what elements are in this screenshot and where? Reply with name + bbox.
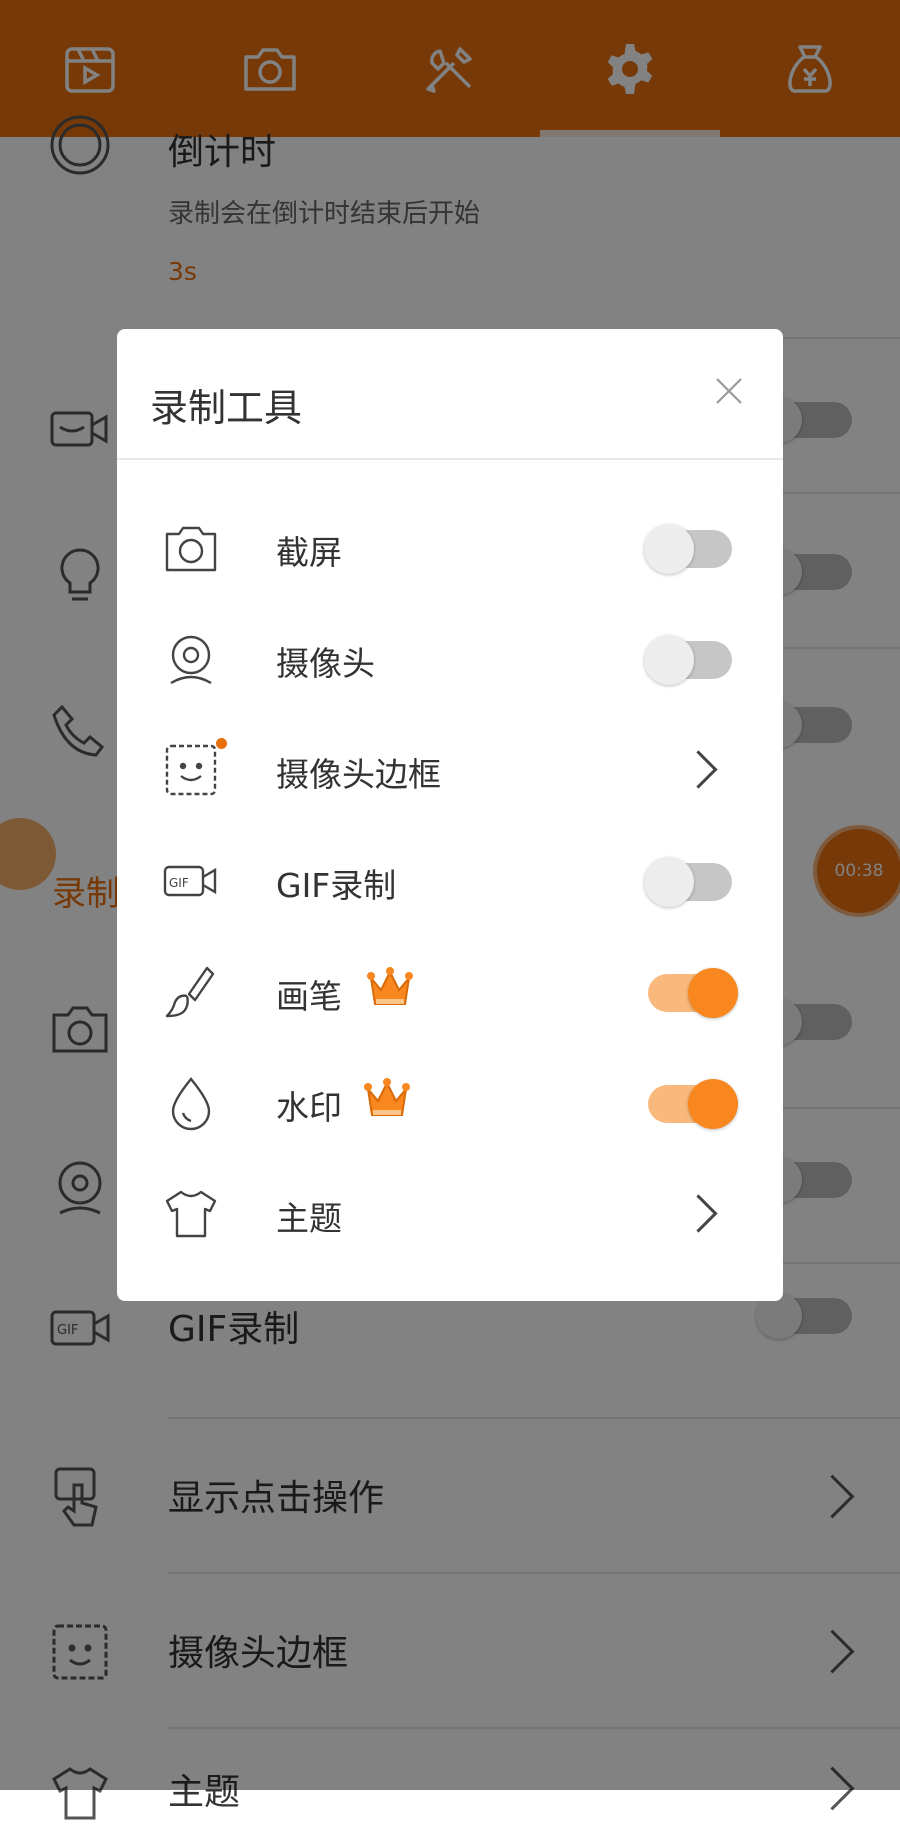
gif-toggle[interactable] <box>644 857 732 907</box>
chevron-right-icon <box>679 1194 718 1233</box>
close-button[interactable] <box>707 369 751 413</box>
option-label: 主题 <box>276 1199 342 1238</box>
gif-icon: GIF <box>163 853 219 909</box>
webcam-toggle[interactable] <box>644 635 732 685</box>
toggle-knob <box>644 857 694 907</box>
option-gif[interactable]: GIF GIF录制 <box>117 825 783 936</box>
option-label: GIF录制 <box>276 866 397 905</box>
dialog-divider <box>117 458 783 460</box>
option-watermark[interactable]: 水印 <box>117 1047 783 1158</box>
screenshot-toggle[interactable] <box>644 524 732 574</box>
camera-icon <box>163 520 219 576</box>
toggle-knob <box>688 1079 738 1129</box>
dialog-title: 录制工具 <box>150 386 303 430</box>
crown-icon <box>364 1078 410 1116</box>
toggle-knob <box>688 968 738 1018</box>
option-camera-border[interactable]: 摄像头边框 <box>117 714 783 825</box>
webcam-icon <box>163 631 219 687</box>
camera-border-icon <box>163 742 219 798</box>
option-label: 截屏 <box>276 533 342 572</box>
option-theme[interactable]: 主题 <box>117 1158 783 1269</box>
brush-toggle[interactable] <box>648 968 738 1018</box>
toggle-knob <box>644 524 694 574</box>
toggle-knob <box>644 635 694 685</box>
watermark-drop-icon <box>163 1075 219 1131</box>
new-badge-dot <box>216 738 227 749</box>
option-label: 画笔 <box>276 977 342 1016</box>
svg-text:GIF: GIF <box>169 876 189 890</box>
option-label: 摄像头边框 <box>276 755 441 794</box>
option-label: 水印 <box>276 1088 342 1127</box>
option-webcam[interactable]: 摄像头 <box>117 603 783 714</box>
chevron-right-icon <box>679 750 718 789</box>
close-icon <box>716 378 742 404</box>
option-label: 摄像头 <box>276 644 375 683</box>
watermark-toggle[interactable] <box>648 1079 738 1129</box>
recording-tools-dialog: 录制工具 截屏 摄像头 摄像头边框 GIF GIF录制 画笔 水印 主题 <box>117 329 783 1301</box>
crown-icon <box>367 967 413 1005</box>
option-brush[interactable]: 画笔 <box>117 936 783 1047</box>
tshirt-icon <box>163 1186 219 1242</box>
option-screenshot[interactable]: 截屏 <box>117 492 783 603</box>
brush-icon <box>163 964 219 1020</box>
